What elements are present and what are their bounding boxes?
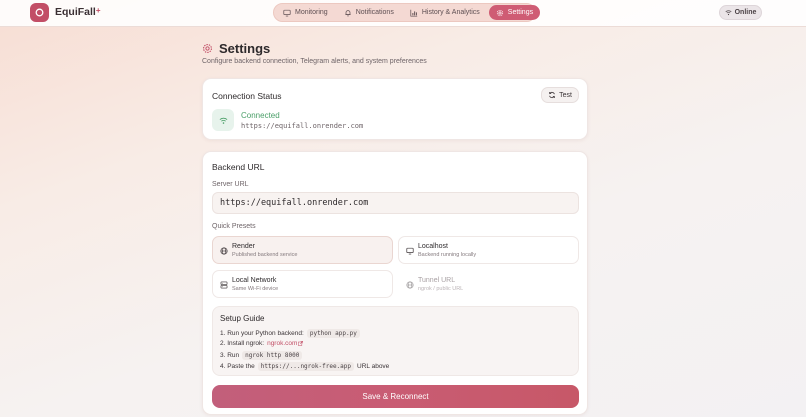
backend-url-card: Backend URL Server URL https://equifall.… — [202, 151, 588, 415]
quick-presets-label: Quick Presets — [212, 223, 256, 230]
preset-desc: Backend running locally — [418, 252, 477, 258]
preset-render[interactable]: Render Published backend service — [212, 236, 393, 264]
step-code: python app.py — [306, 329, 360, 338]
nav-tabs: Monitoring Notifications History & Analy… — [273, 3, 541, 22]
step-code: ngrok http 8000 — [242, 351, 303, 360]
guide-step-2: 2. Install ngrok: ngrok.com — [220, 340, 304, 347]
page-subtitle: Configure backend connection, Telegram a… — [202, 58, 427, 65]
preset-name: Local Network — [232, 277, 277, 284]
card-title: Connection Status — [212, 91, 282, 101]
preset-tunnel-url[interactable]: Tunnel URL ngrok / public URL — [398, 270, 579, 298]
step-text: 1. Run your Python backend: — [220, 330, 304, 337]
preset-name: Localhost — [418, 243, 448, 250]
tab-label: Notifications — [355, 9, 394, 16]
guide-step-1: 1. Run your Python backend: python app.p… — [220, 329, 360, 338]
status-text: Online — [734, 9, 757, 16]
tab-label: Settings — [507, 9, 534, 16]
page-header: Settings — [202, 41, 270, 56]
tab-settings[interactable]: Settings — [488, 5, 541, 20]
connection-status-card: Connection Status Test Connected https:/… — [202, 78, 588, 140]
globe-icon — [406, 281, 414, 289]
server-url-input[interactable]: https://equifall.onrender.com — [212, 192, 579, 214]
preset-localhost[interactable]: Localhost Backend running locally — [398, 236, 579, 264]
test-button[interactable]: Test — [541, 87, 579, 103]
tab-label: History & Analytics — [421, 9, 480, 16]
setup-guide: Setup Guide 1. Run your Python backend: … — [212, 306, 579, 376]
guide-step-4: 4. Paste the https://...ngrok-free.app U… — [220, 362, 389, 371]
gear-icon — [496, 9, 503, 16]
guide-title: Setup Guide — [220, 314, 265, 323]
brand-name: EquiFall+ — [55, 6, 101, 18]
preset-desc: ngrok / public URL — [418, 286, 464, 292]
logo-icon — [30, 3, 49, 22]
guide-step-3: 3. Run ngrok http 8000 — [220, 351, 303, 360]
preset-desc: Published backend service — [232, 252, 298, 258]
tab-notifications[interactable]: Notifications — [337, 5, 401, 20]
wifi-icon — [212, 109, 234, 131]
server-url-label: Server URL — [212, 181, 249, 188]
preset-local-network[interactable]: Local Network Same Wi-Fi device — [212, 270, 393, 298]
connection-url: https://equifall.onrender.com — [241, 122, 364, 130]
server-icon — [220, 281, 228, 289]
step-code: https://...ngrok-free.app — [257, 362, 355, 371]
chart-icon — [410, 9, 418, 17]
status-badge: Online — [719, 5, 762, 20]
refresh-icon — [549, 91, 556, 99]
page-title: Settings — [219, 41, 271, 56]
step-text: URL above — [357, 363, 390, 370]
save-reconnect-button[interactable]: Save & Reconnect — [212, 385, 579, 408]
wifi-icon — [725, 10, 732, 16]
ngrok-link[interactable]: ngrok.com — [267, 340, 297, 347]
step-text: 3. Run — [220, 352, 240, 359]
preset-name: Tunnel URL — [418, 277, 456, 284]
monitor-icon — [406, 247, 414, 255]
preset-name: Render — [232, 243, 255, 250]
tab-label: Monitoring — [295, 9, 328, 16]
tab-history-analytics[interactable]: History & Analytics — [403, 5, 487, 20]
tab-monitoring[interactable]: Monitoring — [276, 5, 335, 20]
step-text: 4. Paste the — [220, 363, 255, 370]
gear-icon — [203, 44, 212, 53]
monitor-icon — [283, 9, 291, 16]
bell-icon — [345, 9, 351, 16]
card-title: Backend URL — [212, 162, 265, 172]
external-link-icon — [298, 341, 304, 346]
preset-desc: Same Wi-Fi device — [232, 286, 279, 292]
test-label: Test — [559, 91, 572, 99]
connection-status-text: Connected — [241, 111, 280, 120]
step-text: 2. Install ngrok: — [220, 340, 265, 347]
globe-icon — [220, 247, 228, 255]
top-navbar: EquiFall+ Monitoring Notifications Histo… — [0, 0, 806, 27]
